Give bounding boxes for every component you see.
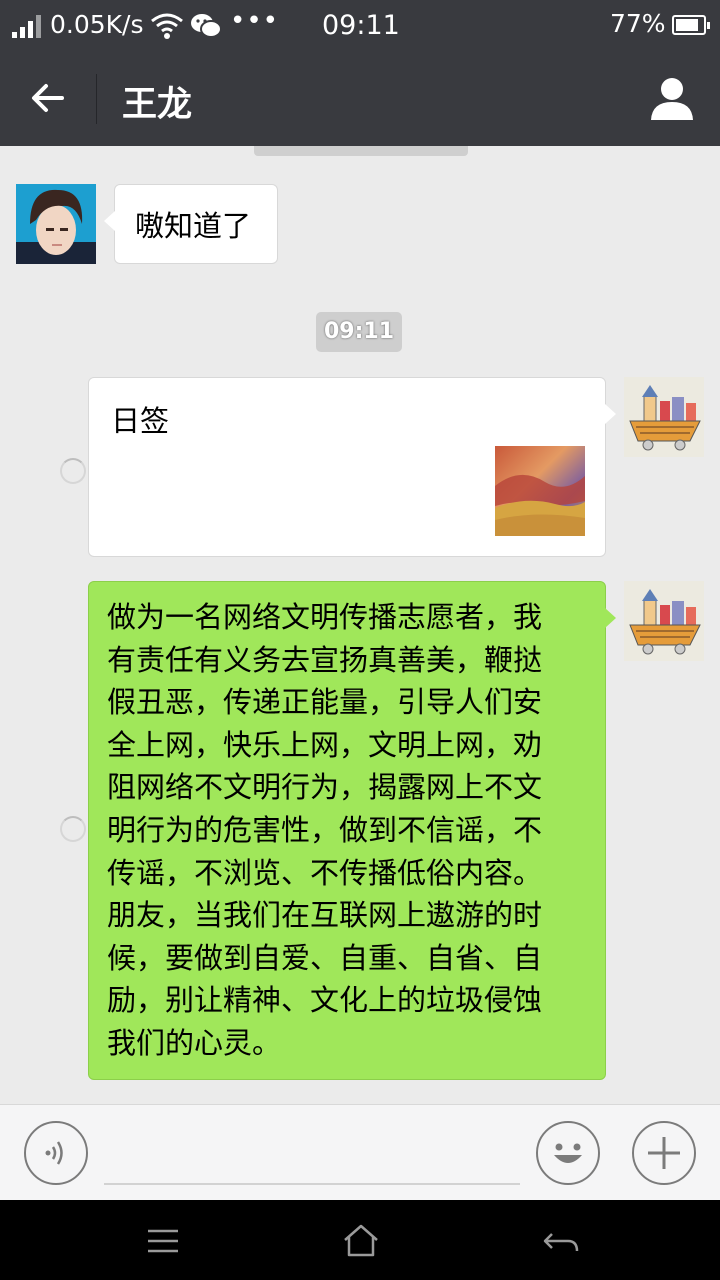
outgoing-line: 我们的心灵。 [107, 1025, 282, 1060]
wechat-icon [191, 14, 222, 38]
menu-icon[interactable] [140, 1218, 186, 1264]
outgoing-line: 有责任有义务去宣扬真善美，鞭挞 [107, 642, 543, 677]
wifi-icon [151, 13, 183, 39]
outgoing-line: 传谣，不浏览、不传播低俗内容。 [107, 855, 543, 890]
chat-title: 王龙 [122, 85, 193, 125]
more-button[interactable] [632, 1121, 696, 1185]
voice-button[interactable] [24, 1121, 88, 1185]
home-icon[interactable] [338, 1218, 384, 1264]
input-bar [0, 1104, 720, 1200]
battery-icon [672, 15, 710, 35]
status-time: 09:11 [322, 10, 400, 41]
message-input[interactable] [104, 1183, 520, 1185]
my-avatar[interactable] [624, 377, 704, 457]
voice-icon [45, 1141, 63, 1165]
outgoing-line: 朋友，当我们在互联网上遨游的时 [107, 898, 543, 933]
contact-avatar[interactable] [16, 184, 96, 264]
arrow-left-icon[interactable] [26, 76, 70, 120]
incoming-message[interactable]: 嗷知道了 [104, 184, 278, 264]
card-thumbnail [495, 446, 585, 536]
outgoing-message[interactable]: 做为一名网络文明传播志愿者，我 有责任有义务去宣扬真善美，鞭挞 假丑恶，传递正能… [88, 581, 616, 1080]
card-title: 日签 [111, 404, 170, 438]
timestamp-clipped [254, 146, 468, 156]
battery-percent: 77% [610, 9, 666, 38]
outgoing-line: 励，别让精神、文化上的垃圾侵蚀 [107, 983, 543, 1018]
chat-header: 王龙 [0, 50, 720, 146]
message-list[interactable]: 嗷知道了 09:11 日签 做为一名网络文明传播志愿者，我 有责任有义务去宣扬真… [0, 146, 720, 1104]
signal-icon [12, 14, 41, 38]
system-nav-bar [0, 1200, 720, 1280]
header-divider [96, 74, 97, 124]
return-icon[interactable] [538, 1218, 584, 1264]
outgoing-line: 阻网络不文明行为，揭露网上不文 [107, 770, 543, 805]
network-speed: 0.05K/s [50, 10, 144, 39]
person-icon[interactable] [648, 74, 696, 122]
sending-spinner-icon [60, 458, 86, 484]
incoming-message-text: 嗷知道了 [135, 209, 252, 243]
outgoing-line: 明行为的危害性，做到不信谣，不 [107, 812, 543, 847]
shared-card-message[interactable]: 日签 [88, 377, 616, 557]
more-notifications: ••• [230, 6, 280, 36]
status-bar: 0.05K/s ••• 09:11 77% [0, 0, 720, 50]
plus-icon [648, 1137, 680, 1169]
emoji-button[interactable] [536, 1121, 600, 1185]
outgoing-line: 假丑恶，传递正能量，引导人们安 [107, 685, 543, 720]
outgoing-line: 全上网，快乐上网，文明上网，劝 [107, 727, 543, 762]
outgoing-line: 候，要做到自爱、自重、自省、自 [107, 940, 543, 975]
outgoing-line: 做为一名网络文明传播志愿者，我 [107, 600, 543, 634]
my-avatar[interactable] [624, 581, 704, 661]
sending-spinner-icon [60, 816, 86, 842]
message-timestamp: 09:11 [316, 312, 402, 352]
smiley-icon [554, 1143, 582, 1163]
